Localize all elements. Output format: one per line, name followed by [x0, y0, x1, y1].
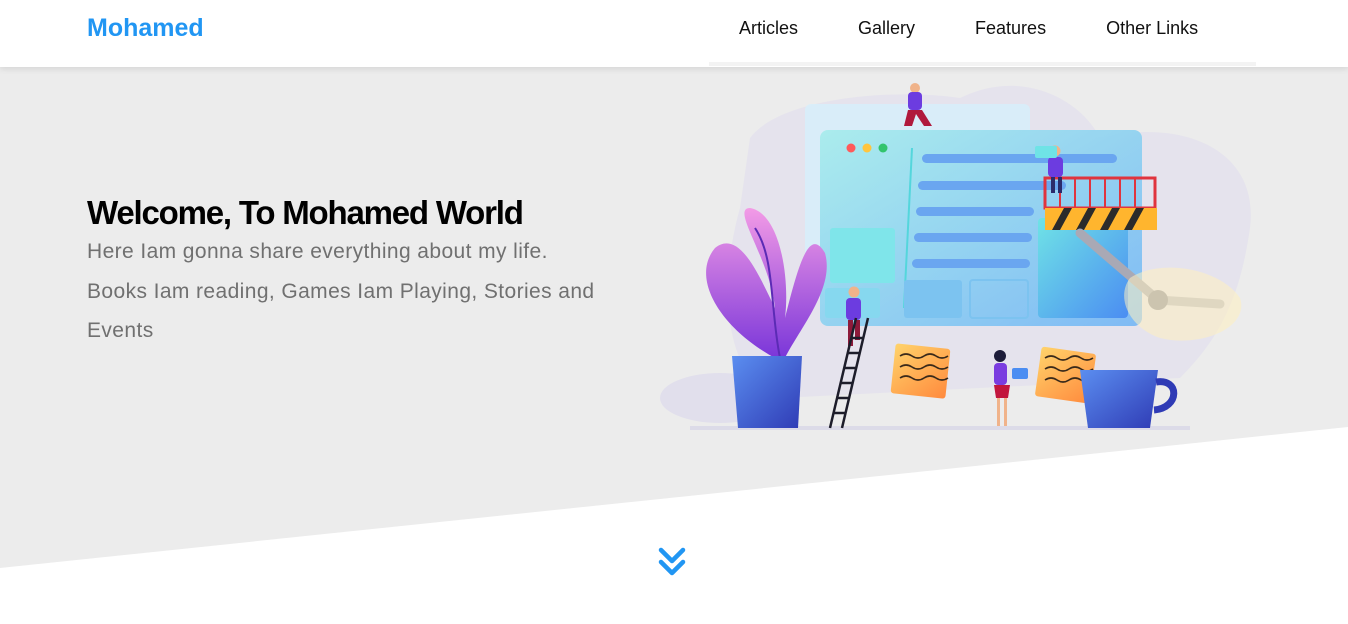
- nav-underline: [709, 62, 1256, 66]
- nav-link-features[interactable]: Features: [945, 0, 1076, 62]
- nav-link-other-links[interactable]: Other Links: [1076, 0, 1228, 62]
- hero-subtitle: Here Iam gonna share everything about my…: [87, 240, 595, 342]
- hero-illustration: [660, 83, 1251, 430]
- hero-title: Welcome, To Mohamed World: [87, 194, 524, 231]
- nav-link-gallery[interactable]: Gallery: [828, 0, 945, 62]
- site-logo[interactable]: Mohamed: [87, 14, 204, 43]
- site-header: Mohamed Articles Gallery Features Other …: [0, 0, 1348, 67]
- main-nav: Articles Gallery Features Other Links: [709, 0, 1228, 62]
- nav-link-articles[interactable]: Articles: [709, 0, 828, 62]
- chevrons-down-icon[interactable]: [656, 545, 688, 581]
